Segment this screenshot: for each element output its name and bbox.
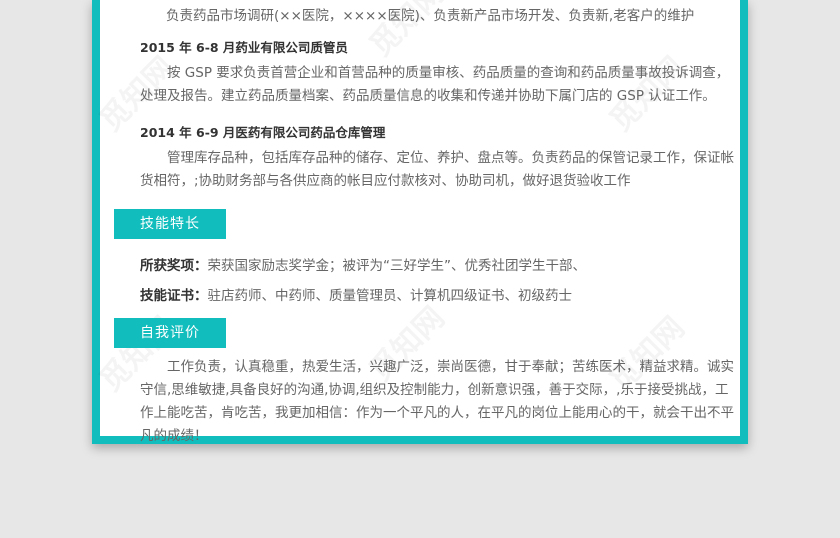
- job-description-line: 负责药品市场调研(××医院，××××医院)、负责新产品市场开发、负责新,老客户的…: [166, 8, 695, 24]
- job-title: 2015 年 6-8 月药业有限公司质管员: [140, 40, 348, 55]
- certificates-label: 技能证书：: [140, 288, 208, 304]
- certificates-value: 驻店药师、中药师、质量管理员、计算机四级证书、初级药士: [207, 288, 573, 304]
- awards-label: 所获奖项：: [140, 258, 208, 274]
- section-heading-self-evaluation: 自我评价: [114, 318, 226, 348]
- section-heading-skills: 技能特长: [114, 209, 226, 239]
- certificates-row: 技能证书：驻店药师、中药师、质量管理员、计算机四级证书、初级药士: [140, 284, 572, 304]
- job-description: 管理库存品种，包括库存品种的储存、定位、养护、盘点等。负责药品的保管记录工作，保…: [140, 150, 734, 189]
- job-description: 按 GSP 要求负责首营企业和首营品种的质量审核、药品质量的查询和药品质量事故投…: [140, 65, 730, 104]
- awards-value: 荣获国家励志奖学金；被评为“三好学生”、优秀社团学生干部、: [207, 258, 587, 274]
- resume-sheet: 觅知网 觅知网 觅知网 觅知网 觅知网 觅知网 负责药品市场调研(××医院，××…: [92, 0, 748, 444]
- self-evaluation-text: 工作负责，认真稳重，热爱生活，兴趣广泛，崇尚医德，甘于奉献；苦练医术，精益求精。…: [140, 359, 734, 444]
- awards-row: 所获奖项：荣获国家励志奖学金；被评为“三好学生”、优秀社团学生干部、: [140, 254, 586, 274]
- resume-content: 觅知网 觅知网 觅知网 觅知网 觅知网 觅知网 负责药品市场调研(××医院，××…: [93, 0, 740, 444]
- job-title: 2014 年 6-9 月医药有限公司药品仓库管理: [140, 125, 386, 140]
